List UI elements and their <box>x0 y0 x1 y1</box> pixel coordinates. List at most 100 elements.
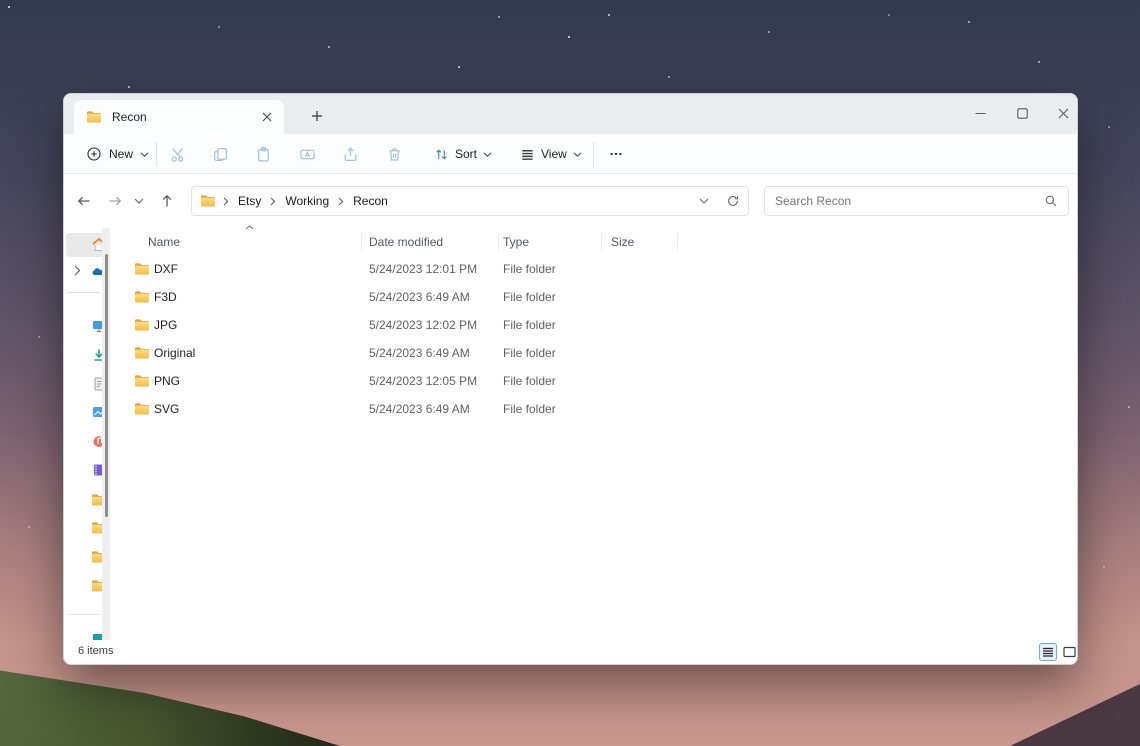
close-button[interactable] <box>1041 94 1077 132</box>
delete-button[interactable] <box>377 138 411 170</box>
chevron-down-icon <box>573 151 582 157</box>
up-button[interactable] <box>153 187 181 215</box>
close-icon <box>1058 108 1068 118</box>
wallpaper-stars <box>8 6 10 8</box>
new-button[interactable]: New <box>78 140 157 168</box>
wallpaper-hill <box>0 670 340 746</box>
back-arrow-icon <box>77 196 90 206</box>
breadcrumb-segment[interactable]: Working <box>283 194 331 208</box>
address-dropdown-chevron-icon[interactable] <box>699 197 709 205</box>
chevron-down-icon <box>140 151 149 157</box>
breadcrumb-separator-icon <box>223 197 229 205</box>
search-input[interactable] <box>775 194 1044 208</box>
file-row[interactable]: JPG 5/24/2023 12:02 PM File folder <box>111 311 1071 339</box>
file-row[interactable]: DXF 5/24/2023 12:01 PM File folder <box>111 255 1071 283</box>
column-header-date-modified[interactable]: Date modified <box>369 235 443 249</box>
cut-button[interactable] <box>160 138 194 170</box>
column-separator[interactable] <box>361 233 362 251</box>
file-date-modified: 5/24/2023 6:49 AM <box>369 290 470 304</box>
column-separator[interactable] <box>601 233 602 251</box>
file-name: SVG <box>154 402 180 416</box>
thumbnail-view-toggle[interactable] <box>1060 643 1077 661</box>
file-date-modified: 5/24/2023 6:49 AM <box>369 346 470 360</box>
sort-arrows-icon <box>436 148 447 160</box>
folder-icon <box>134 373 150 389</box>
sidebar-scrollbar-thumb[interactable] <box>105 254 108 517</box>
folder-icon <box>134 345 150 361</box>
file-row[interactable]: F3D 5/24/2023 6:49 AM File folder <box>111 283 1071 311</box>
file-date-modified: 5/24/2023 6:49 AM <box>369 402 470 416</box>
new-button-label: New <box>109 147 134 161</box>
address-bar[interactable]: Etsy Working Recon <box>191 186 749 216</box>
paste-button[interactable] <box>246 138 280 170</box>
file-name: F3D <box>154 290 177 304</box>
command-toolbar: New Sort View <box>64 134 1077 174</box>
copy-button[interactable] <box>203 138 237 170</box>
tab-bar: Recon <box>64 94 1077 134</box>
file-name: JPG <box>154 318 178 332</box>
thumbnail-view-icon <box>1062 646 1076 658</box>
maximize-button[interactable] <box>1000 94 1044 132</box>
items-count: 6 items <box>78 645 114 657</box>
folder-icon <box>134 401 150 417</box>
tab-title: Recon <box>112 110 147 124</box>
plus-circle-icon <box>87 147 101 161</box>
file-type: File folder <box>503 374 556 388</box>
folder-icon <box>200 193 216 209</box>
column-header-name[interactable]: Name <box>148 235 180 249</box>
file-type: File folder <box>503 262 556 276</box>
file-explorer-window: Recon New Sort View Etsy Working Recon S… <box>63 93 1078 665</box>
file-row[interactable]: PNG 5/24/2023 12:05 PM File folder <box>111 367 1071 395</box>
expand-chevron-icon[interactable] <box>74 265 81 276</box>
minimize-button[interactable] <box>958 94 1002 132</box>
details-view-toggle[interactable] <box>1039 643 1057 661</box>
breadcrumb-segment[interactable]: Recon <box>351 194 390 208</box>
view-lines-icon <box>522 149 533 160</box>
sidebar-divider <box>67 292 101 293</box>
column-separator[interactable] <box>498 233 499 251</box>
navigation-pane <box>64 228 111 642</box>
rename-icon <box>299 149 315 159</box>
file-type: File folder <box>503 402 556 416</box>
minimize-icon <box>975 112 985 114</box>
cut-icon <box>171 147 183 162</box>
forward-button[interactable] <box>101 187 129 215</box>
rename-button[interactable] <box>290 138 324 170</box>
column-header-type[interactable]: Type <box>503 235 529 249</box>
more-options-button[interactable] <box>599 138 633 170</box>
file-row[interactable]: SVG 5/24/2023 6:49 AM File folder <box>111 395 1071 423</box>
file-list: Name Date modified Type Size DXF 5/24/20… <box>111 225 1077 642</box>
search-icon <box>1045 195 1057 207</box>
tab-close-icon[interactable] <box>258 108 276 126</box>
breadcrumb-segment[interactable]: Etsy <box>236 194 263 208</box>
folder-icon <box>134 261 150 277</box>
forward-arrow-icon <box>109 196 122 206</box>
new-tab-button[interactable] <box>304 104 330 128</box>
breadcrumb-separator-icon <box>270 197 276 205</box>
status-bar: 6 items <box>64 640 1077 664</box>
file-date-modified: 5/24/2023 12:05 PM <box>369 374 478 388</box>
back-button[interactable] <box>70 187 98 215</box>
file-row[interactable]: Original 5/24/2023 6:49 AM File folder <box>111 339 1071 367</box>
sidebar-divider <box>67 614 101 615</box>
column-separator[interactable] <box>677 233 678 251</box>
column-header-size[interactable]: Size <box>611 235 634 249</box>
toolbar-divider <box>593 142 594 166</box>
file-name: DXF <box>154 262 178 276</box>
search-box[interactable] <box>764 186 1069 216</box>
view-button[interactable]: View <box>512 140 590 168</box>
explorer-tab[interactable]: Recon <box>74 100 284 134</box>
sort-button[interactable]: Sort <box>426 140 500 168</box>
share-button[interactable] <box>333 138 367 170</box>
file-name: Original <box>154 346 196 360</box>
sort-ascending-caret-icon <box>245 225 254 230</box>
toolbar-divider <box>156 142 157 166</box>
delete-icon <box>388 147 400 161</box>
sort-button-label: Sort <box>455 147 478 161</box>
folder-icon <box>134 317 150 333</box>
file-name: PNG <box>154 374 181 388</box>
refresh-icon[interactable] <box>726 194 740 208</box>
maximize-icon <box>1016 107 1028 119</box>
recent-locations-button[interactable] <box>127 187 151 215</box>
chevron-down-icon <box>134 198 144 204</box>
